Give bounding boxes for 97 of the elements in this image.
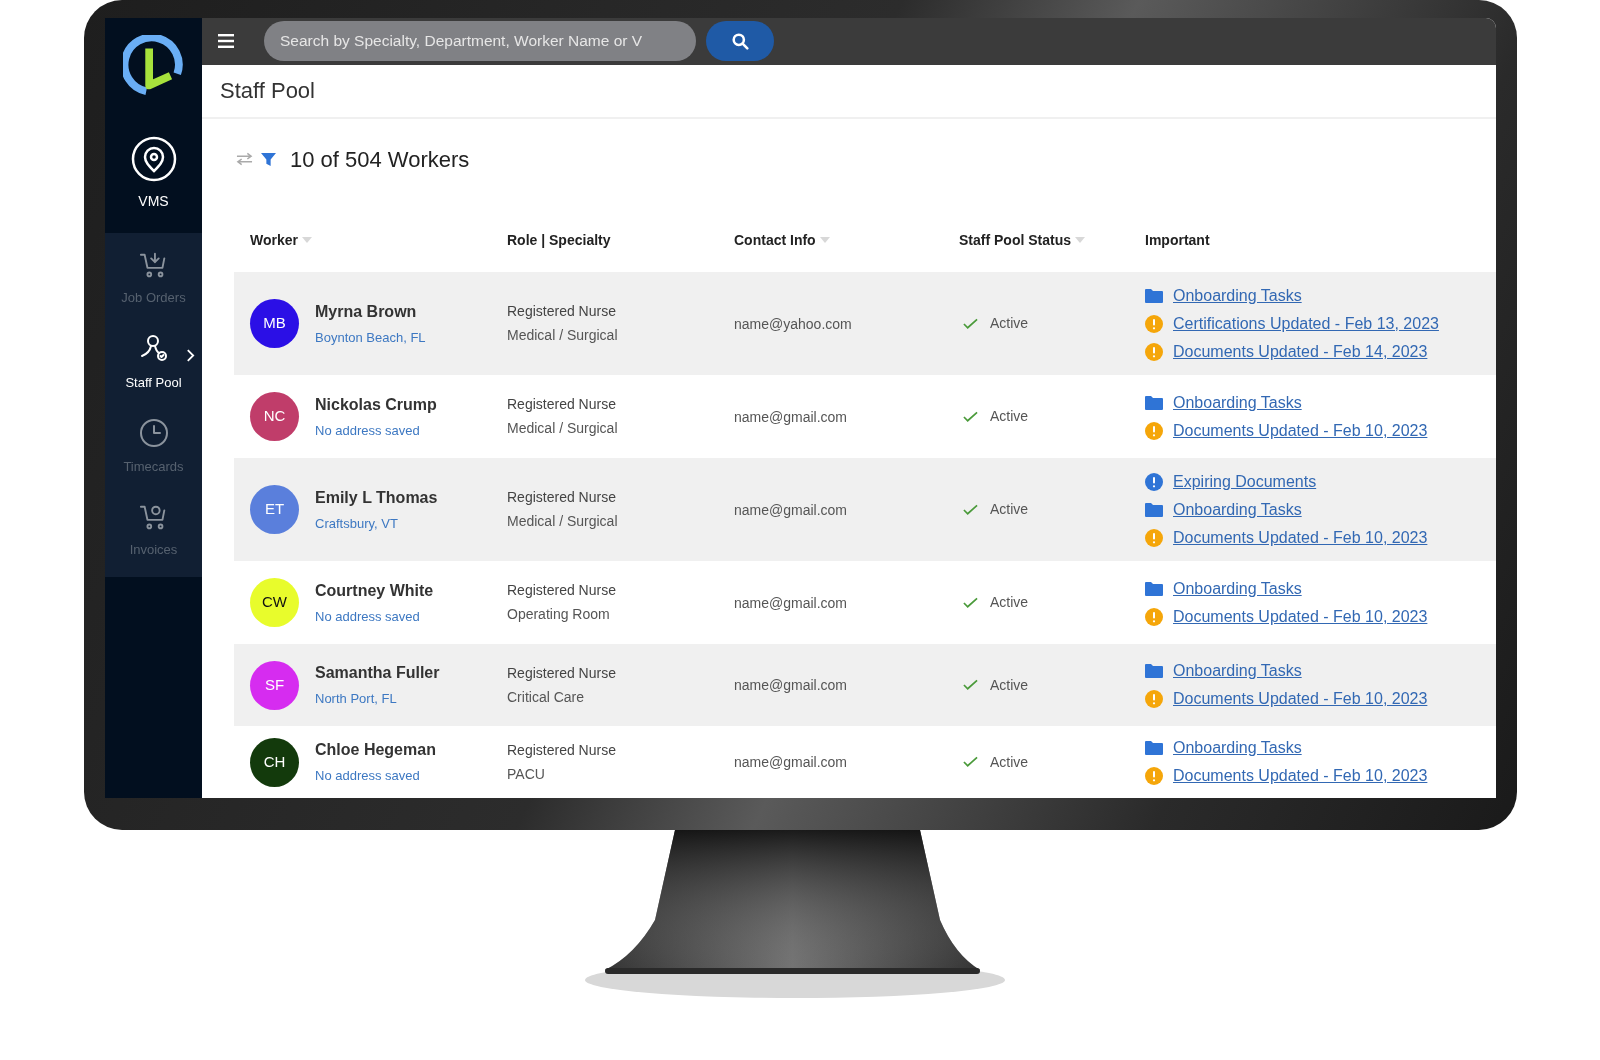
warning-icon	[1145, 767, 1163, 785]
avatar: CH	[250, 737, 299, 787]
folder-icon	[1145, 580, 1163, 597]
warning-icon	[1145, 314, 1163, 333]
sidebar-nav-item[interactable]: Staff Pool	[105, 321, 202, 405]
status-text: Active	[990, 675, 1029, 695]
worker-location: No address saved	[315, 607, 421, 626]
important-link[interactable]: Documents Updated - Feb 14, 2023	[1173, 339, 1428, 364]
contact-email: name@gmail.com	[734, 594, 848, 611]
location-pin-icon	[129, 134, 178, 183]
alert-icon	[1145, 472, 1163, 491]
column-header[interactable]: Worker	[250, 229, 298, 251]
folder-icon	[1145, 394, 1163, 411]
important-link[interactable]: Documents Updated - Feb 10, 2023	[1173, 525, 1428, 550]
role-text: Registered Nurse	[507, 395, 617, 414]
worker-name[interactable]: Chloe Hegeman	[315, 738, 436, 763]
folder-icon	[1145, 740, 1163, 756]
worker-name[interactable]: Emily L Thomas	[315, 485, 438, 510]
worker-location: No address saved	[315, 767, 421, 786]
page-title: Staff Pool	[220, 77, 315, 106]
important-link[interactable]: Documents Updated - Feb 10, 2023	[1173, 687, 1428, 711]
search-icon	[731, 32, 749, 50]
sort-caret-icon[interactable]	[1075, 237, 1085, 243]
status-text: Active	[990, 752, 1029, 772]
status-text: Active	[990, 314, 1029, 333]
warning-icon	[1145, 528, 1163, 547]
contact-email: name@gmail.com	[734, 754, 848, 770]
important-link[interactable]: Certifications Updated - Feb 13, 2023	[1173, 311, 1439, 336]
contact-email: name@yahoo.com	[734, 315, 852, 332]
avatar: ET	[250, 485, 299, 534]
important-link[interactable]: Expiring Documents	[1173, 469, 1317, 494]
warning-icon	[1145, 342, 1163, 361]
role-text: Registered Nurse	[507, 740, 617, 760]
status-text: Active	[990, 593, 1029, 612]
worker-location: North Port, FL	[315, 690, 398, 709]
menu-icon[interactable]	[218, 34, 234, 49]
contact-email: name@gmail.com	[734, 501, 848, 518]
sort-caret-icon[interactable]	[302, 237, 312, 243]
worker-name[interactable]: Nickolas Crump	[315, 392, 437, 417]
check-icon	[963, 596, 978, 609]
chevron-right-icon	[186, 349, 195, 362]
warning-icon	[1145, 607, 1163, 626]
warning-icon	[1145, 421, 1163, 440]
search-button[interactable]	[706, 21, 774, 62]
check-icon	[963, 756, 978, 768]
worker-location: Craftsbury, VT	[315, 514, 399, 533]
sort-caret-icon[interactable]	[819, 237, 830, 243]
folder-icon	[1145, 663, 1163, 679]
check-icon	[963, 503, 978, 516]
filter-icon[interactable]	[261, 151, 276, 167]
clock-icon	[137, 417, 170, 450]
important-link[interactable]: Onboarding Tasks	[1173, 576, 1302, 601]
important-link[interactable]: Documents Updated - Feb 10, 2023	[1173, 764, 1428, 788]
folder-icon	[1145, 501, 1163, 518]
logo-icon	[122, 34, 185, 97]
specialty-text: Operating Room	[507, 605, 611, 624]
contact-email: name@gmail.com	[734, 677, 848, 693]
worker-name[interactable]: Samantha Fuller	[315, 661, 440, 686]
role-text: Registered Nurse	[507, 302, 617, 321]
avatar: MB	[250, 299, 299, 348]
worker-name[interactable]: Courtney White	[315, 578, 434, 603]
column-header[interactable]: Contact Info	[734, 229, 816, 251]
role-text: Registered Nurse	[507, 488, 617, 507]
specialty-text: Medical / Surgical	[507, 419, 619, 438]
swap-arrows-icon[interactable]	[236, 152, 253, 167]
contact-email: name@gmail.com	[734, 408, 848, 425]
worker-location: Boynton Beach, FL	[315, 328, 426, 347]
avatar: NC	[250, 392, 299, 441]
important-link[interactable]: Onboarding Tasks	[1173, 497, 1302, 522]
folder-icon	[1145, 287, 1163, 304]
important-link[interactable]: Documents Updated - Feb 10, 2023	[1173, 604, 1428, 629]
important-link[interactable]: Onboarding Tasks	[1173, 659, 1302, 683]
avatar: SF	[250, 660, 299, 710]
column-header: Important	[1145, 230, 1210, 250]
important-link[interactable]: Onboarding Tasks	[1173, 736, 1302, 760]
specialty-text: Critical Care	[507, 687, 585, 707]
important-link[interactable]: Onboarding Tasks	[1173, 283, 1302, 308]
specialty-text: Medical / Surgical	[507, 512, 619, 531]
status-text: Active	[990, 500, 1029, 519]
important-link[interactable]: Documents Updated - Feb 10, 2023	[1173, 418, 1428, 443]
avatar: CW	[250, 578, 299, 627]
role-text: Registered Nurse	[507, 663, 617, 683]
column-header: Role | Specialty	[507, 230, 611, 250]
check-icon	[963, 410, 978, 423]
role-text: Registered Nurse	[507, 581, 617, 600]
worker-location: No address saved	[315, 421, 421, 440]
check-icon	[963, 679, 978, 691]
status-text: Active	[990, 407, 1029, 426]
worker-count: 10 of 504 Workers	[290, 145, 470, 174]
check-icon	[963, 317, 978, 330]
search-field[interactable]: Search by Specialty, Department, Worker Name or V	[264, 21, 696, 62]
specialty-text: Medical / Surgical	[507, 326, 619, 345]
specialty-text: PACU	[507, 764, 546, 784]
worker-name[interactable]: Myrna Brown	[315, 299, 426, 324]
important-link[interactable]: Onboarding Tasks	[1173, 390, 1302, 415]
warning-icon	[1145, 690, 1163, 708]
column-header[interactable]: Staff Pool Status	[959, 229, 1071, 251]
